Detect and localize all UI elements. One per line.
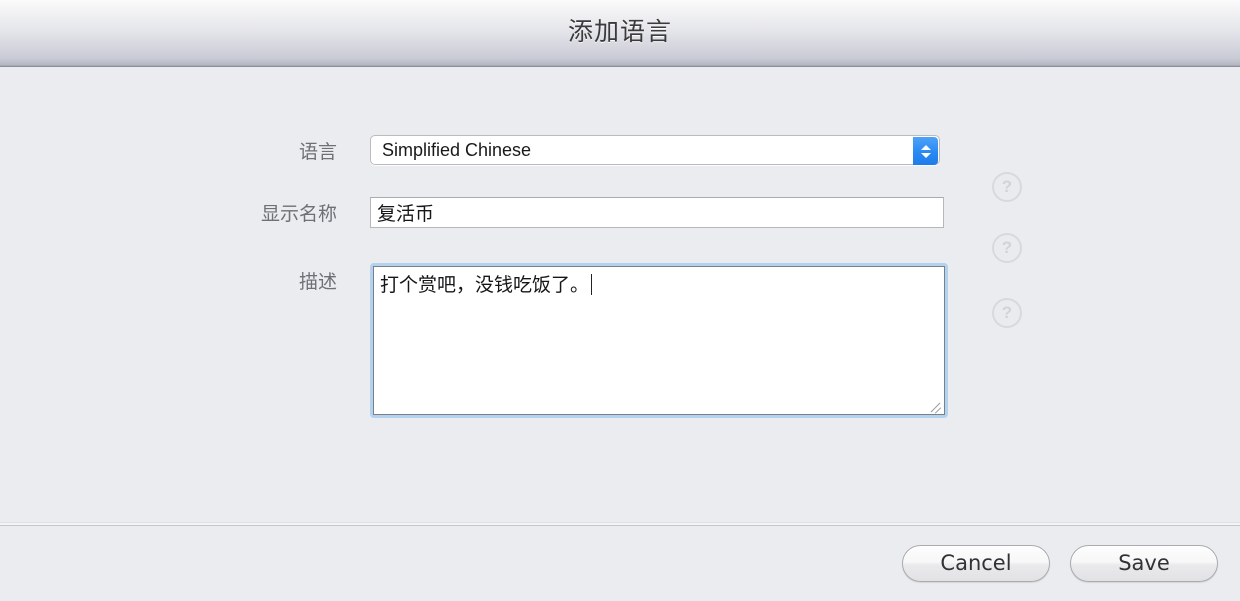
language-label: 语言 xyxy=(298,141,337,163)
description-textarea[interactable]: 打个赏吧，没钱吃饭了。 xyxy=(370,263,948,418)
dialog-titlebar: 添加语言 xyxy=(0,0,1240,67)
field-row-language: 语言 Simplified Chinese xyxy=(135,135,940,165)
help-icon-display-name[interactable]: ? xyxy=(992,233,1022,263)
description-textarea-text-wrap: 打个赏吧，没钱吃饭了。 xyxy=(374,267,944,298)
cancel-button[interactable]: Cancel xyxy=(902,545,1050,582)
resize-grip-icon[interactable] xyxy=(929,399,942,414)
add-language-dialog: 添加语言 语言 Simplified Chinese 显示名称 描述 xyxy=(0,0,1240,601)
language-select-value: Simplified Chinese xyxy=(382,140,532,160)
text-caret xyxy=(591,274,593,295)
help-icon-description[interactable]: ? xyxy=(992,298,1022,328)
field-row-description: 描述 打个赏吧，没钱吃饭了。 xyxy=(135,263,948,418)
dialog-footer: Cancel Save xyxy=(0,526,1240,601)
description-label: 描述 xyxy=(298,271,337,293)
dialog-title: 添加语言 xyxy=(567,16,672,46)
save-button[interactable]: Save xyxy=(1070,545,1218,582)
field-row-display-name: 显示名称 xyxy=(135,197,944,228)
chevron-down-icon xyxy=(920,152,931,158)
display-name-input[interactable] xyxy=(370,197,944,228)
help-icon-language[interactable]: ? xyxy=(992,172,1022,202)
chevron-up-icon xyxy=(920,144,931,150)
display-name-label: 显示名称 xyxy=(260,203,337,225)
chevron-updown-icon[interactable] xyxy=(913,137,938,165)
description-textarea-value: 打个赏吧，没钱吃饭了。 xyxy=(380,274,590,296)
dialog-form-area: 语言 Simplified Chinese 显示名称 描述 打个赏吧，没钱吃饭了… xyxy=(0,67,1240,522)
language-select[interactable]: Simplified Chinese xyxy=(370,135,940,165)
resize-grip-line-2 xyxy=(934,407,942,414)
description-textarea-inner: 打个赏吧，没钱吃饭了。 xyxy=(373,266,945,415)
